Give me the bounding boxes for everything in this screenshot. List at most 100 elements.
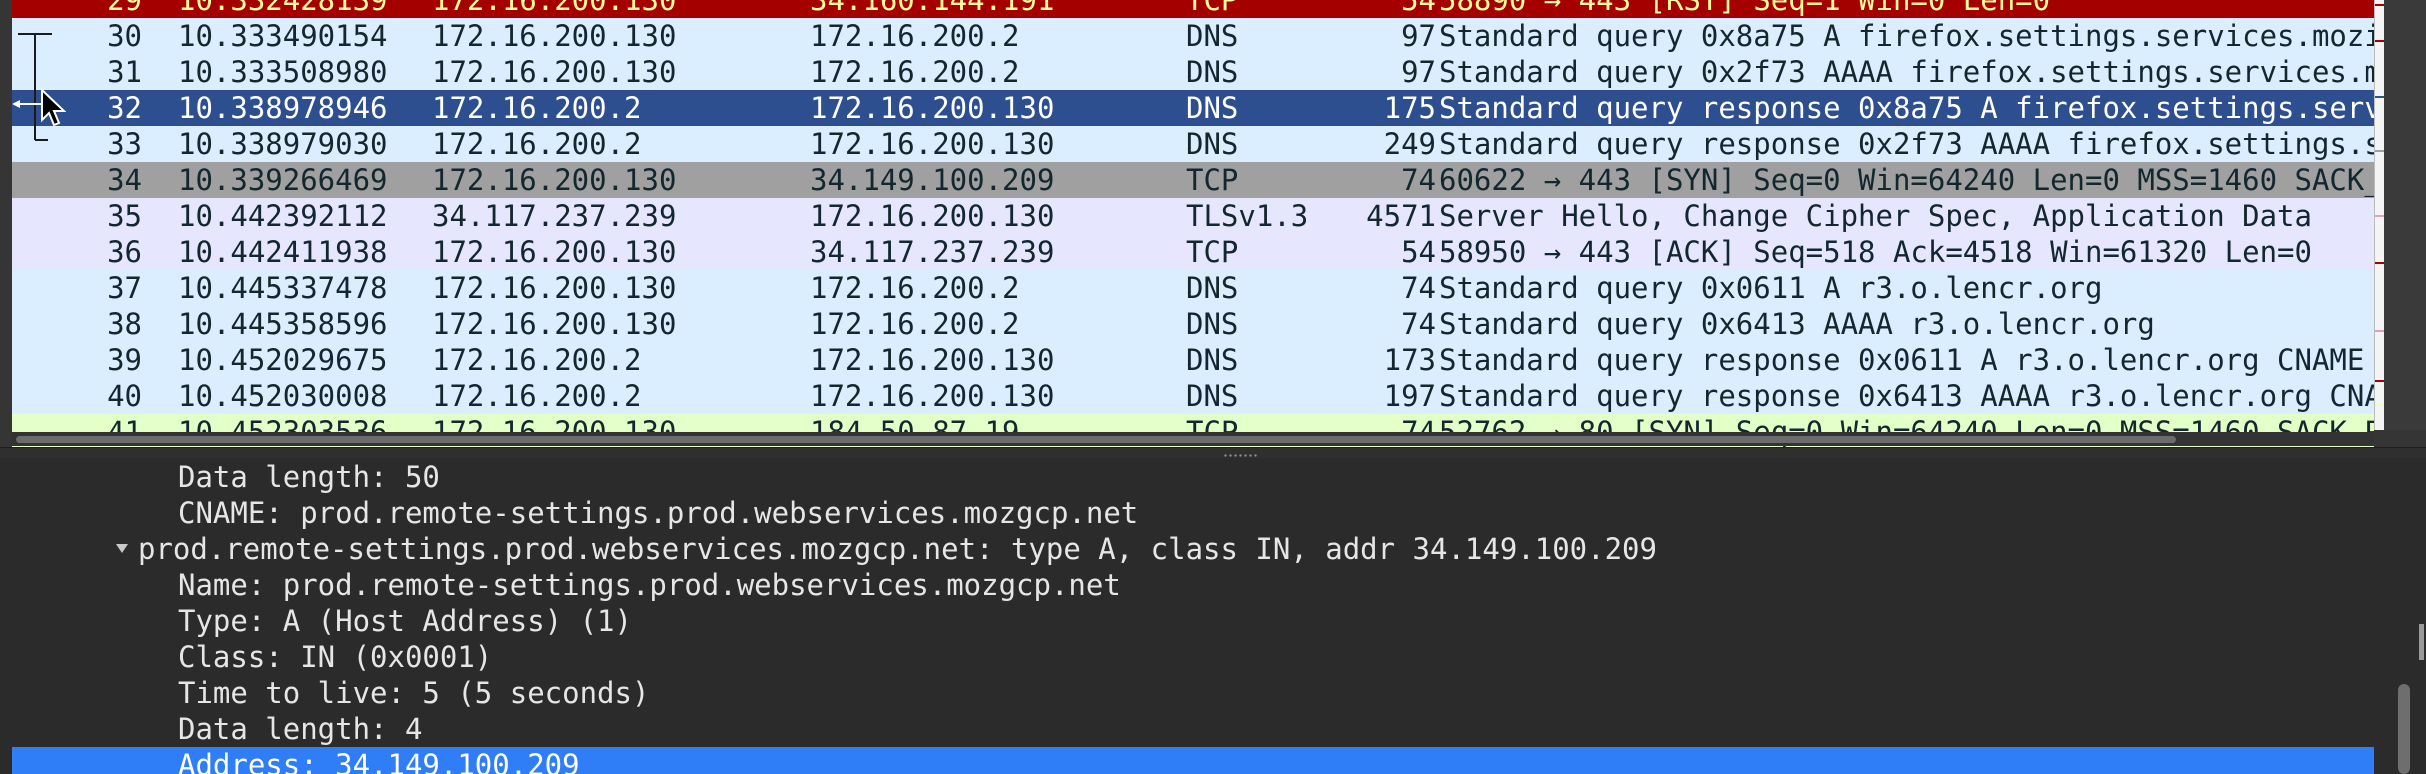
- detail-field[interactable]: Time to live: 5 (5 seconds): [12, 675, 2374, 711]
- packet-no: 33: [107, 127, 142, 161]
- packet-list-rows: 29 10.332428139 172.16.200.130 34.160.14…: [12, 0, 2374, 447]
- details-scroll-thumb[interactable]: [2398, 684, 2410, 774]
- packet-source: 172.16.200.2: [432, 343, 642, 377]
- packet-no: 30: [107, 19, 142, 53]
- packet-source: 172.16.200.130: [432, 235, 677, 269]
- detail-field[interactable]: Type: A (Host Address) (1): [12, 603, 2374, 639]
- detail-field[interactable]: Name: prod.remote-settings.prod.webservi…: [12, 567, 2374, 603]
- packet-info: Standard query 0x8a75 A firefox.settings…: [1439, 19, 2374, 53]
- detail-field-text: Type: A (Host Address) (1): [178, 604, 632, 638]
- packet-destination: 34.160.144.191: [810, 0, 1055, 17]
- packet-info: Standard query response 0x8a75 A firefox…: [1439, 91, 2374, 125]
- packet-source: 172.16.200.130: [432, 0, 677, 17]
- packet-protocol: TCP: [1186, 0, 1239, 17]
- packet-row[interactable]: 30 10.333490154 172.16.200.130 172.16.20…: [12, 18, 2374, 54]
- packet-row[interactable]: 34 10.339266469 172.16.200.130 34.149.10…: [12, 162, 2374, 198]
- horizontal-scroll-thumb[interactable]: [16, 436, 2176, 443]
- pane-splitter[interactable]: [0, 447, 2426, 458]
- packet-no: 29: [107, 0, 142, 17]
- detail-field-text: Data length: 50: [178, 460, 440, 494]
- packet-length: 74: [1401, 307, 1436, 341]
- packet-info: Standard query response 0x2f73 AAAA fire…: [1439, 127, 2374, 161]
- packet-row[interactable]: 36 10.442411938 172.16.200.130 34.117.23…: [12, 234, 2374, 270]
- packet-destination: 172.16.200.130: [810, 379, 1055, 413]
- packet-length: 74: [1401, 163, 1436, 197]
- detail-field-text: CNAME: prod.remote-settings.prod.webserv…: [178, 496, 1139, 530]
- packet-destination: 172.16.200.2: [810, 19, 1020, 53]
- packet-source: 172.16.200.130: [432, 307, 677, 341]
- packet-length: 4571: [1366, 199, 1436, 233]
- packet-length: 54: [1401, 235, 1436, 269]
- details-vertical-scrollbar[interactable]: [2384, 459, 2426, 774]
- wireshark-window: 29 10.332428139 172.16.200.130 34.160.14…: [0, 0, 2426, 774]
- packet-row[interactable]: 38 10.445358596 172.16.200.130 172.16.20…: [12, 306, 2374, 342]
- packet-destination: 172.16.200.2: [810, 271, 1020, 305]
- packet-info: 58950 → 443 [ACK] Seq=518 Ack=4518 Win=6…: [1439, 235, 2312, 269]
- packet-source: 172.16.200.130: [432, 19, 677, 53]
- detail-field[interactable]: Data length: 4: [12, 711, 2374, 747]
- packet-destination: 172.16.200.130: [810, 343, 1055, 377]
- packet-source: 172.16.200.130: [432, 55, 677, 89]
- packet-destination: 172.16.200.2: [810, 55, 1020, 89]
- packet-time: 10.333508980: [178, 55, 388, 89]
- packet-protocol: DNS: [1186, 271, 1239, 305]
- packet-list-horizontal-scrollbar[interactable]: [12, 432, 2374, 446]
- packet-info: Standard query response 0x6413 AAAA r3.o…: [1439, 379, 2374, 413]
- packet-length: 54: [1401, 0, 1436, 17]
- detail-field[interactable]: Class: IN (0x0001): [12, 639, 2374, 675]
- packet-time: 10.333490154: [178, 19, 388, 53]
- packet-no: 34: [107, 163, 142, 197]
- packet-details-pane[interactable]: Data length: 50 CNAME: prod.remote-setti…: [12, 459, 2374, 774]
- packet-protocol: TCP: [1186, 235, 1239, 269]
- detail-field[interactable]: CNAME: prod.remote-settings.prod.webserv…: [12, 495, 2374, 531]
- packet-no: 40: [107, 379, 142, 413]
- packet-row[interactable]: 35 10.442392112 34.117.237.239 172.16.20…: [12, 198, 2374, 234]
- detail-field-text: Data length: 4: [178, 712, 423, 746]
- packet-info: Standard query 0x0611 A r3.o.lencr.org: [1439, 271, 2103, 305]
- packet-protocol: DNS: [1186, 343, 1239, 377]
- packet-no: 36: [107, 235, 142, 269]
- packet-row[interactable]: 39 10.452029675 172.16.200.2 172.16.200.…: [12, 342, 2374, 378]
- packet-no: 38: [107, 307, 142, 341]
- packet-list-vertical-scrollbar[interactable]: [2384, 0, 2426, 430]
- detail-field-text: Name: prod.remote-settings.prod.webservi…: [178, 568, 1121, 602]
- packet-time: 10.452029675: [178, 343, 388, 377]
- packet-info: Standard query response 0x0611 A r3.o.le…: [1439, 343, 2365, 377]
- packet-time: 10.338978946: [178, 91, 388, 125]
- detail-field-text: Class: IN (0x0001): [178, 640, 493, 674]
- packet-destination: 172.16.200.2: [810, 307, 1020, 341]
- packet-no: 37: [107, 271, 142, 305]
- packet-source: 172.16.200.2: [432, 127, 642, 161]
- packet-row[interactable]: 29 10.332428139 172.16.200.130 34.160.14…: [12, 0, 2374, 18]
- packet-protocol: TCP: [1186, 163, 1239, 197]
- packet-protocol: DNS: [1186, 379, 1239, 413]
- packet-time: 10.339266469: [178, 163, 388, 197]
- packet-list-pane[interactable]: 29 10.332428139 172.16.200.130 34.160.14…: [0, 0, 2426, 447]
- splitter-grip-icon[interactable]: [1223, 454, 1259, 457]
- detail-field[interactable]: Data length: 50: [12, 459, 2374, 495]
- packet-row[interactable]: 31 10.333508980 172.16.200.130 172.16.20…: [12, 54, 2374, 90]
- packet-time: 10.442392112: [178, 199, 388, 233]
- packet-length: 74: [1401, 271, 1436, 305]
- packet-row[interactable]: 37 10.445337478 172.16.200.130 172.16.20…: [12, 270, 2374, 306]
- packet-no: 31: [107, 55, 142, 89]
- packet-length: 249: [1383, 127, 1436, 161]
- packet-row[interactable]: 33 10.338979030 172.16.200.2 172.16.200.…: [12, 126, 2374, 162]
- packet-row[interactable]: 40 10.452030008 172.16.200.2 172.16.200.…: [12, 378, 2374, 414]
- packet-time: 10.442411938: [178, 235, 388, 269]
- packet-length: 97: [1401, 55, 1436, 89]
- packet-source: 172.16.200.2: [432, 379, 642, 413]
- packet-destination: 172.16.200.130: [810, 127, 1055, 161]
- packet-info: Server Hello, Change Cipher Spec, Applic…: [1439, 199, 2312, 233]
- packet-protocol: DNS: [1186, 19, 1239, 53]
- detail-field-text: Address: 34.149.100.209: [178, 748, 580, 774]
- packet-time: 10.338979030: [178, 127, 388, 161]
- detail-field-text: prod.remote-settings.prod.webservices.mo…: [138, 532, 1657, 566]
- triangle-down-icon[interactable]: [116, 544, 128, 553]
- detail-field-selected[interactable]: Address: 34.149.100.209: [12, 747, 2374, 774]
- detail-tree-node[interactable]: prod.remote-settings.prod.webservices.mo…: [12, 531, 2374, 567]
- packet-row-selected[interactable]: 32 10.338978946 172.16.200.2 172.16.200.…: [12, 90, 2374, 126]
- packet-info: 58890 → 443 [RST] Seq=1 Win=0 Len=0: [1439, 0, 2051, 17]
- packet-info: 60622 → 443 [SYN] Seq=0 Win=64240 Len=0 …: [1439, 163, 2374, 197]
- detail-field-text: Time to live: 5 (5 seconds): [178, 676, 650, 710]
